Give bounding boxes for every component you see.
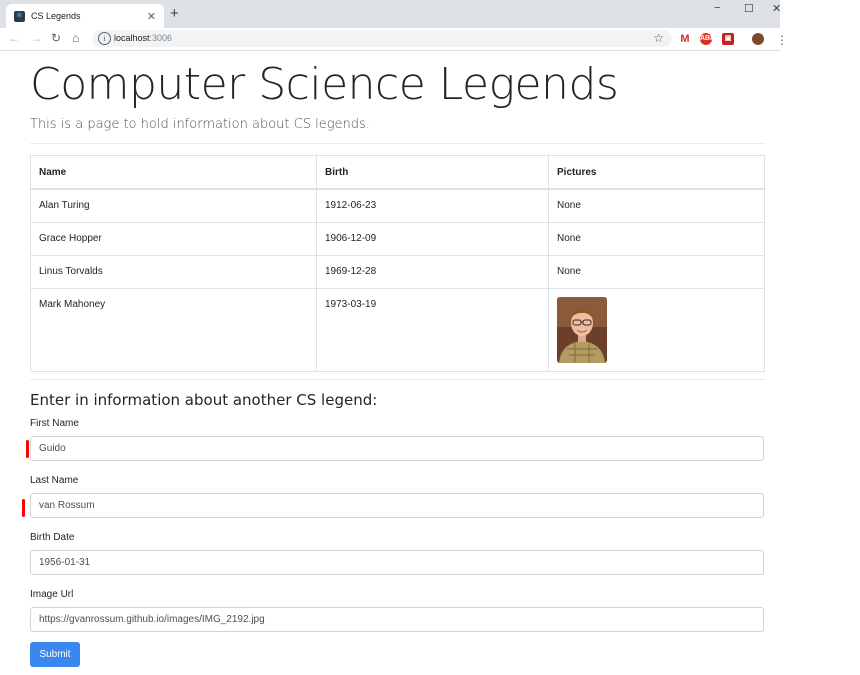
annotation-marker bbox=[26, 440, 29, 458]
legends-table: Name Birth Pictures Alan Turing 1912-06-… bbox=[30, 155, 765, 372]
extension-icon[interactable]: ▣ bbox=[722, 33, 734, 45]
cell-birth: 1906-12-09 bbox=[316, 222, 549, 256]
first-name-input[interactable] bbox=[30, 436, 764, 461]
tab-close-icon[interactable]: ✕ bbox=[147, 10, 156, 23]
birth-date-input[interactable] bbox=[30, 550, 764, 575]
page-content: Computer Science Legends This is a page … bbox=[0, 51, 780, 675]
table-header-row: Name Birth Pictures bbox=[30, 155, 765, 190]
profile-avatar-icon[interactable] bbox=[752, 33, 764, 45]
cell-birth: 1973-03-19 bbox=[316, 288, 549, 372]
adblock-icon[interactable]: ABP bbox=[700, 33, 715, 45]
page-title: Computer Science Legends bbox=[30, 59, 619, 110]
minimize-icon[interactable]: − bbox=[714, 2, 720, 14]
cell-birth: 1969-12-28 bbox=[316, 255, 549, 289]
form-heading: Enter in information about another CS le… bbox=[30, 391, 378, 409]
annotation-marker bbox=[22, 499, 25, 517]
url-text: localhost:3006 bbox=[114, 33, 172, 43]
tab-title: CS Legends bbox=[31, 11, 81, 21]
reload-icon[interactable]: ↻ bbox=[51, 31, 61, 45]
close-window-icon[interactable]: ✕ bbox=[772, 2, 781, 15]
table-row: Linus Torvalds 1969-12-28 None bbox=[30, 255, 765, 289]
info-icon[interactable]: i bbox=[98, 32, 111, 45]
table-row: Grace Hopper 1906-12-09 None bbox=[30, 222, 765, 256]
cell-name: Linus Torvalds bbox=[30, 255, 317, 289]
header-birth: Birth bbox=[316, 155, 549, 190]
divider bbox=[30, 143, 765, 144]
divider bbox=[30, 379, 765, 380]
tab-strip: ⚛ CS Legends ✕ + − ☐ ✕ bbox=[0, 0, 781, 28]
cell-picture: None bbox=[548, 188, 765, 223]
cell-name: Alan Turing bbox=[30, 188, 317, 223]
gmail-icon[interactable]: M bbox=[679, 33, 691, 45]
cell-picture: None bbox=[548, 255, 765, 289]
header-name: Name bbox=[30, 155, 317, 190]
address-bar[interactable]: i localhost:3006 ☆ bbox=[92, 30, 672, 47]
url-port: :3006 bbox=[149, 33, 173, 43]
portrait-photo bbox=[557, 297, 607, 363]
home-icon[interactable]: ⌂ bbox=[72, 31, 79, 45]
table-row: Alan Turing 1912-06-23 None bbox=[30, 188, 765, 223]
bookmark-star-icon[interactable]: ☆ bbox=[653, 31, 664, 45]
header-pictures: Pictures bbox=[548, 155, 765, 190]
browser-toolbar: ← → ↻ ⌂ i localhost:3006 ☆ bbox=[0, 28, 780, 51]
forward-icon[interactable]: → bbox=[30, 31, 42, 45]
last-name-input[interactable] bbox=[30, 493, 764, 518]
last-name-label: Last Name bbox=[30, 475, 79, 486]
menu-icon[interactable]: ⋮ bbox=[776, 33, 788, 47]
react-favicon-icon: ⚛ bbox=[14, 10, 25, 22]
back-icon[interactable]: ← bbox=[8, 31, 20, 45]
cell-name: Mark Mahoney bbox=[30, 288, 317, 372]
table-row: Mark Mahoney 1973-03-19 bbox=[30, 288, 765, 372]
image-url-label: Image Url bbox=[30, 589, 74, 600]
birth-date-label: Birth Date bbox=[30, 532, 75, 543]
page-lead: This is a page to hold information about… bbox=[30, 117, 370, 132]
cell-birth: 1912-06-23 bbox=[316, 188, 549, 223]
maximize-icon[interactable]: ☐ bbox=[744, 2, 754, 15]
submit-button[interactable]: Submit bbox=[30, 642, 80, 667]
image-url-input[interactable] bbox=[30, 607, 764, 632]
cell-picture bbox=[548, 288, 765, 372]
first-name-label: First Name bbox=[30, 418, 79, 429]
browser-window: ⚛ CS Legends ✕ + − ☐ ✕ ← → ↻ ⌂ i localho… bbox=[0, 0, 788, 675]
cell-picture: None bbox=[548, 222, 765, 256]
cell-name: Grace Hopper bbox=[30, 222, 317, 256]
url-host: localhost bbox=[114, 33, 150, 43]
browser-tab[interactable]: ⚛ CS Legends ✕ bbox=[6, 4, 164, 28]
new-tab-button[interactable]: + bbox=[170, 6, 179, 22]
